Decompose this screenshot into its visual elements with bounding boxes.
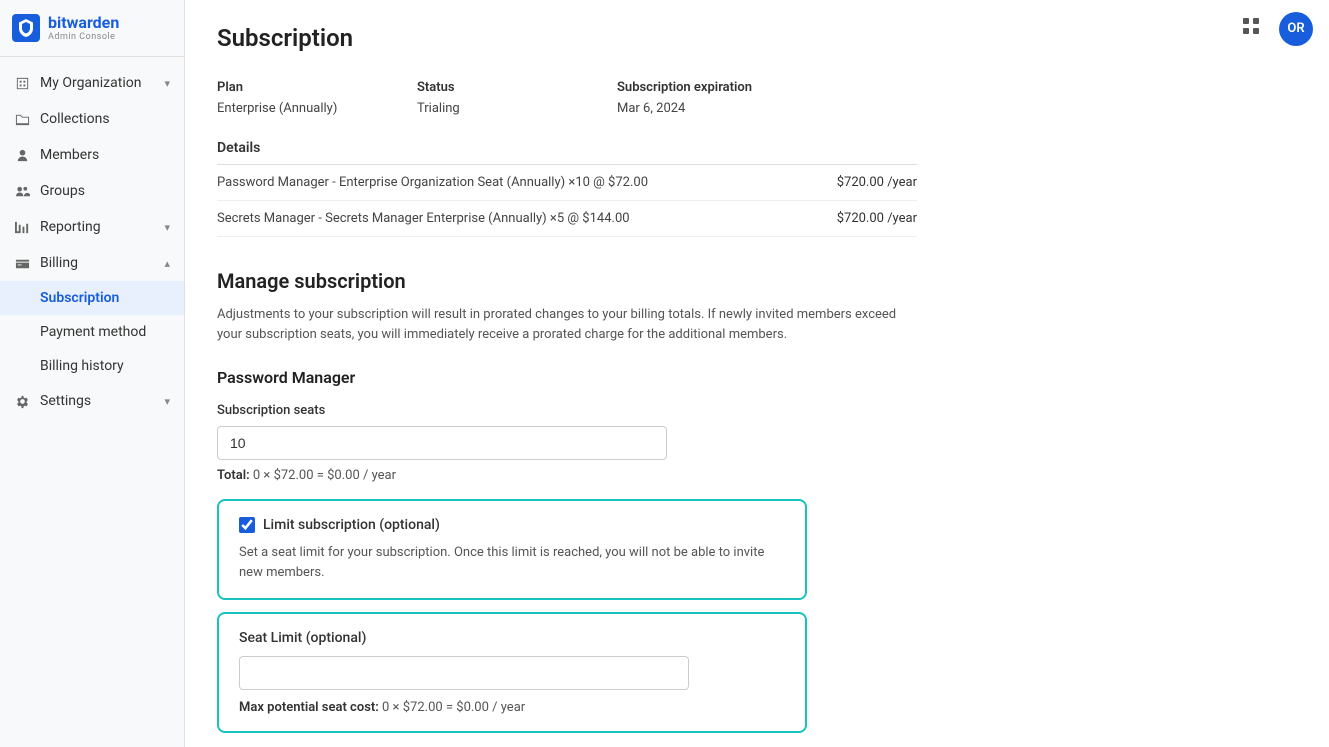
sidebar-label-reporting: Reporting — [40, 219, 101, 235]
seat-limit-label: Seat Limit (optional) — [239, 630, 785, 646]
sidebar-item-groups[interactable]: Groups — [0, 173, 184, 209]
avatar[interactable]: OR — [1279, 12, 1313, 46]
seats-label: Subscription seats — [217, 403, 1297, 418]
limit-checkbox-label: Limit subscription (optional) — [263, 517, 440, 533]
table-row: Password Manager - Enterprise Organizati… — [217, 165, 917, 201]
subscription-seats-input[interactable] — [217, 426, 667, 460]
sidebar-item-billing[interactable]: Billing ▴ — [0, 245, 184, 281]
password-manager-title: Password Manager — [217, 368, 1297, 387]
sidebar-label-groups: Groups — [40, 183, 85, 199]
detail-price-2: $720.00 /year — [837, 211, 917, 226]
plan-header: Plan — [217, 80, 417, 95]
sidebar-sub-label-subscription: Subscription — [40, 290, 119, 306]
building-icon — [14, 75, 30, 91]
max-cost-label: Max potential seat cost: — [239, 700, 379, 715]
credit-card-icon — [14, 255, 30, 271]
max-cost-text: Max potential seat cost: 0 × $72.00 = $0… — [239, 700, 785, 715]
chevron-down-icon: ▾ — [164, 221, 170, 234]
details-section: Details Password Manager - Enterprise Or… — [217, 140, 1297, 237]
sidebar-item-settings[interactable]: Settings ▾ — [0, 383, 184, 419]
sidebar-sub-label-billing-history: Billing history — [40, 358, 124, 374]
details-header: Details — [217, 140, 1297, 156]
sidebar-item-my-organization[interactable]: My Organization ▾ — [0, 65, 184, 101]
chevron-up-icon: ▴ — [164, 257, 170, 270]
sidebar-item-members[interactable]: Members — [0, 137, 184, 173]
expiration-value: Mar 6, 2024 — [617, 101, 1297, 116]
brand-subtitle: Admin Console — [48, 32, 119, 42]
seat-limit-box: Seat Limit (optional) Max potential seat… — [217, 612, 807, 733]
sidebar-label-settings: Settings — [40, 393, 91, 409]
limit-subscription-checkbox[interactable] — [239, 517, 255, 533]
folder-icon — [14, 111, 30, 127]
expiration-column: Subscription expiration Mar 6, 2024 — [617, 80, 1297, 116]
expiration-header: Subscription expiration — [617, 80, 1297, 95]
logo-text: bitwarden Admin Console — [48, 14, 119, 42]
sidebar-label-my-organization: My Organization — [40, 75, 141, 91]
sidebar-sub-label-payment-method: Payment method — [40, 324, 146, 340]
sidebar-item-collections[interactable]: Collections — [0, 101, 184, 137]
total-label: Total: — [217, 468, 250, 483]
detail-description-2: Secrets Manager - Secrets Manager Enterp… — [217, 211, 630, 226]
logo-area: bitwarden Admin Console — [0, 0, 184, 57]
max-cost-calc: 0 × $72.00 = $0.00 / year — [382, 700, 525, 715]
manage-subscription-title: Manage subscription — [217, 269, 1297, 293]
chevron-down-icon: ▾ — [164, 395, 170, 408]
sidebar: bitwarden Admin Console My Organization … — [0, 0, 185, 747]
grid-icon[interactable] — [1235, 10, 1267, 47]
sidebar-item-reporting[interactable]: Reporting ▾ — [0, 209, 184, 245]
brand-name: bitwarden — [48, 14, 119, 32]
limit-checkbox-row: Limit subscription (optional) — [239, 517, 785, 533]
plan-value: Enterprise (Annually) — [217, 101, 417, 116]
header-right: OR — [1235, 10, 1313, 47]
main-content: Subscription Plan Enterprise (Annually) … — [185, 0, 1329, 747]
users-icon — [14, 183, 30, 199]
total-text: Total: 0 × $72.00 = $0.00 / year — [217, 468, 1297, 483]
sidebar-label-members: Members — [40, 147, 99, 163]
sidebar-label-collections: Collections — [40, 111, 110, 127]
detail-price-1: $720.00 /year — [837, 175, 917, 190]
status-value: Trialing — [417, 101, 617, 116]
chevron-down-icon: ▾ — [164, 77, 170, 90]
sidebar-sub-item-billing-history[interactable]: Billing history — [0, 349, 184, 383]
sidebar-sub-item-payment-method[interactable]: Payment method — [0, 315, 184, 349]
bitwarden-logo-icon — [12, 14, 40, 42]
detail-description-1: Password Manager - Enterprise Organizati… — [217, 175, 648, 190]
limit-description: Set a seat limit for your subscription. … — [239, 543, 785, 582]
total-calc: 0 × $72.00 = $0.00 / year — [253, 468, 396, 483]
status-header: Status — [417, 80, 617, 95]
sidebar-label-billing: Billing — [40, 255, 78, 271]
status-column: Status Trialing — [417, 80, 617, 116]
gear-icon — [14, 393, 30, 409]
sidebar-navigation: My Organization ▾ Collections Members Gr… — [0, 57, 184, 427]
limit-subscription-box: Limit subscription (optional) Set a seat… — [217, 499, 807, 600]
chart-icon — [14, 219, 30, 235]
page-title: Subscription — [217, 24, 1297, 52]
seat-limit-input[interactable] — [239, 656, 689, 690]
sidebar-sub-item-subscription[interactable]: Subscription — [0, 281, 184, 315]
user-icon — [14, 147, 30, 163]
plan-info-section: Plan Enterprise (Annually) Status Triali… — [217, 80, 1297, 116]
plan-column: Plan Enterprise (Annually) — [217, 80, 417, 116]
table-row: Secrets Manager - Secrets Manager Enterp… — [217, 201, 917, 237]
manage-description: Adjustments to your subscription will re… — [217, 305, 917, 344]
details-table: Password Manager - Enterprise Organizati… — [217, 164, 917, 237]
